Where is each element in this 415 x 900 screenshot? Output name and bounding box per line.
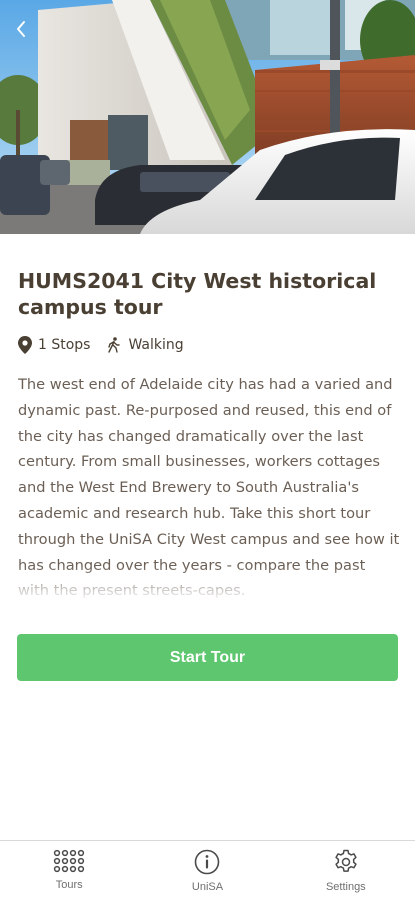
nav-settings-label: Settings bbox=[325, 881, 366, 893]
hero-image bbox=[0, 0, 415, 234]
nav-unisa[interactable]: UniSA bbox=[138, 841, 276, 900]
nav-unisa-label: UniSA bbox=[191, 881, 224, 893]
chevron-left-icon bbox=[17, 21, 25, 37]
tour-meta: 1 Stops Walking bbox=[18, 334, 184, 356]
walking-icon bbox=[108, 337, 121, 353]
grid-icon bbox=[54, 849, 85, 873]
map-pin-icon bbox=[18, 336, 32, 354]
tour-title: HUMS2041 City West historical campus tou… bbox=[18, 269, 377, 319]
info-icon bbox=[195, 849, 220, 875]
stops-info: 1 Stops bbox=[18, 336, 90, 354]
start-tour-button[interactable]: Start Tour bbox=[17, 634, 398, 681]
stops-count: 1 Stops bbox=[38, 337, 91, 353]
nav-settings[interactable]: Settings bbox=[277, 841, 415, 900]
nav-tours-label: Tours bbox=[55, 879, 83, 891]
back-button[interactable] bbox=[8, 14, 34, 44]
gear-icon bbox=[335, 849, 357, 872]
description-fade bbox=[18, 566, 400, 602]
nav-tours[interactable]: Tours bbox=[0, 841, 138, 900]
walking-mode: Walking bbox=[128, 337, 184, 353]
mode-info: Walking bbox=[106, 337, 184, 353]
bottom-nav: Tours UniSA Settings bbox=[0, 840, 415, 900]
campus-photo bbox=[0, 0, 415, 234]
